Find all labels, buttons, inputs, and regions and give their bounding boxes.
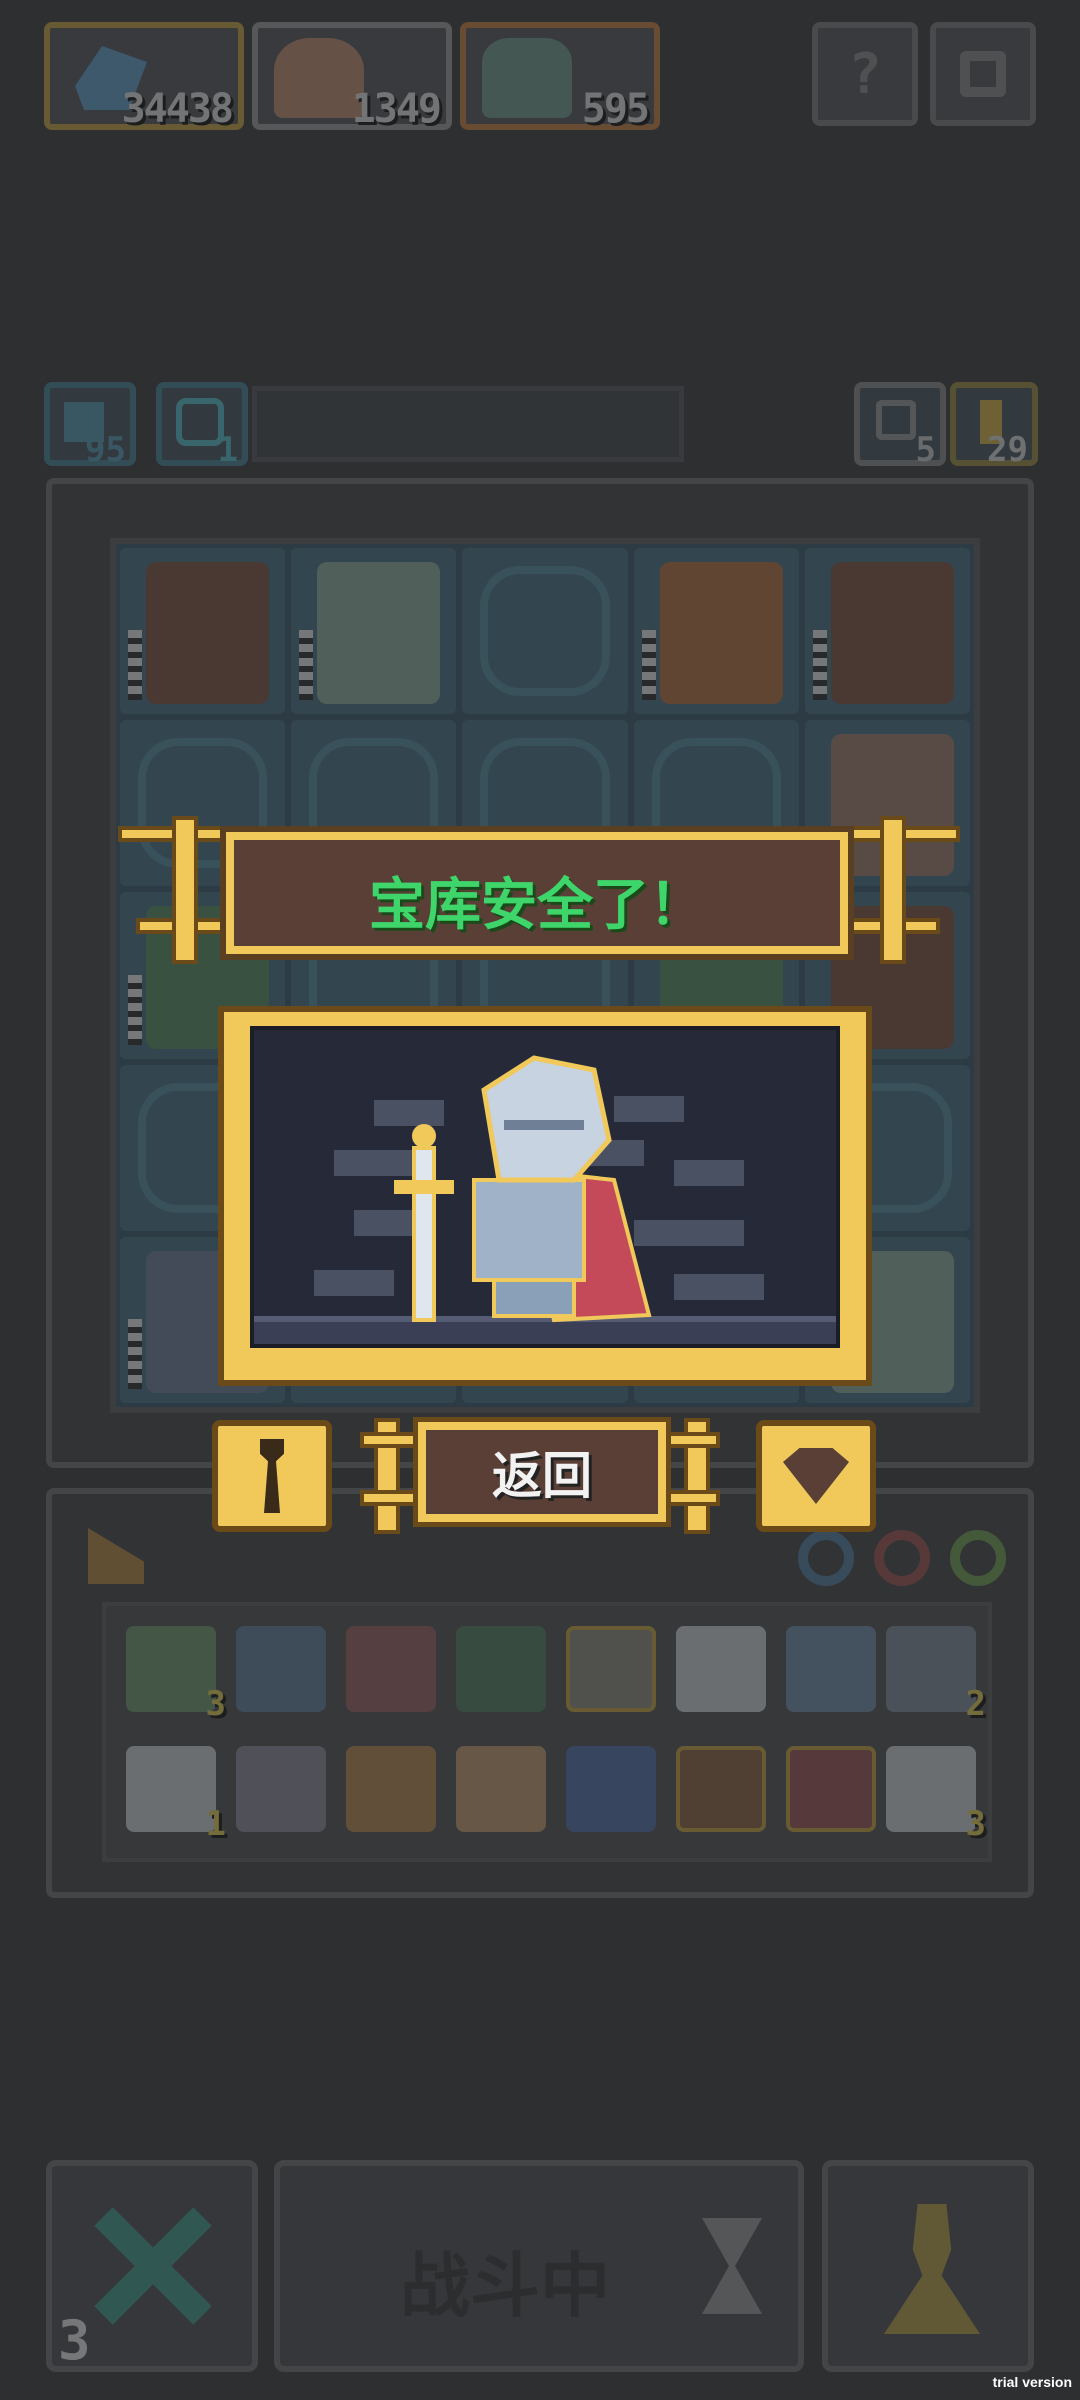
inventory-item[interactable] <box>786 1746 876 1832</box>
inventory-item[interactable] <box>566 1626 656 1712</box>
counter-swords[interactable]: 95 <box>44 382 136 470</box>
currency-hero-value: 595 <box>581 86 650 132</box>
inventory-item[interactable]: 1 <box>126 1746 226 1844</box>
gear-icon <box>960 51 1006 97</box>
fight-button[interactable]: 战斗中 <box>274 2160 804 2372</box>
item-quantity: 3 <box>965 1804 986 1844</box>
inventory-item[interactable] <box>346 1746 436 1832</box>
board-cell[interactable] <box>120 548 286 715</box>
knight-illustration <box>250 1026 840 1348</box>
trial-watermark: trial version <box>992 2374 1072 2390</box>
hourglass-icon <box>702 2218 762 2314</box>
board-cell[interactable] <box>291 548 457 715</box>
counter-timer-value: 1 <box>217 430 238 470</box>
inventory-item[interactable] <box>566 1746 656 1832</box>
meat-icon <box>274 38 364 118</box>
inventory-item[interactable]: 2 <box>886 1626 986 1724</box>
currency-crystal[interactable]: 34438 <box>44 22 244 132</box>
counter-keys[interactable]: 29 <box>950 382 1038 470</box>
counter-timer[interactable]: 1 <box>156 382 248 470</box>
inventory-item[interactable] <box>236 1746 326 1832</box>
knight-picture-frame <box>218 1006 872 1386</box>
gem-button[interactable] <box>756 1420 876 1532</box>
counter-reroll-value: 5 <box>915 430 936 470</box>
cancel-button[interactable]: 3 <box>46 2160 258 2372</box>
cheese-icon[interactable] <box>88 1528 144 1584</box>
inventory-item[interactable] <box>676 1626 766 1712</box>
element-orb-red-icon[interactable] <box>874 1530 930 1586</box>
dialog-title: 宝库安全了！ <box>369 873 705 938</box>
progress-track <box>252 386 684 462</box>
pawn-button[interactable] <box>822 2160 1034 2372</box>
help-button[interactable]: ? <box>812 22 918 126</box>
inventory-item[interactable]: 3 <box>126 1626 226 1724</box>
settings-button[interactable] <box>930 22 1036 126</box>
element-orb-green-icon[interactable] <box>950 1530 1006 1586</box>
banner-post-right <box>880 816 906 964</box>
inventory-item[interactable] <box>346 1626 436 1712</box>
counter-swords-value: 95 <box>85 430 126 470</box>
reroll-icon <box>876 400 916 440</box>
item-quantity: 2 <box>965 1684 986 1724</box>
pawn-icon <box>884 2204 980 2334</box>
element-orb-blue-icon[interactable] <box>798 1530 854 1586</box>
back-button[interactable]: 返回 <box>413 1417 671 1527</box>
inventory-item[interactable] <box>456 1626 546 1712</box>
inventory-item[interactable]: 3 <box>886 1746 986 1844</box>
fight-label: 战斗中 <box>400 2245 610 2327</box>
back-button-label: 返回 <box>492 1447 592 1505</box>
item-quantity: 1 <box>205 1804 226 1844</box>
inventory-panel: 3 2 1 3 <box>46 1488 1034 1898</box>
board-cell[interactable] <box>804 548 970 715</box>
board-cell[interactable] <box>462 548 628 715</box>
currency-meat-value: 1349 <box>351 86 442 132</box>
gem-icon <box>783 1448 849 1504</box>
board-cell[interactable] <box>633 548 799 715</box>
item-quantity: 3 <box>205 1684 226 1724</box>
currency-hero[interactable]: 595 <box>460 22 660 132</box>
close-icon <box>92 2206 212 2326</box>
knight-scene <box>254 1055 836 1344</box>
hero-portrait-icon <box>482 38 572 118</box>
rank-button[interactable] <box>212 1420 332 1532</box>
counter-reroll[interactable]: 5 <box>854 382 946 470</box>
inventory-item[interactable] <box>456 1746 546 1832</box>
currency-crystal-value: 34438 <box>121 86 234 132</box>
inventory-item[interactable] <box>676 1746 766 1832</box>
banner-post-left <box>172 816 198 964</box>
inventory-grid: 3 2 1 3 <box>102 1602 992 1862</box>
counter-keys-value: 29 <box>987 430 1028 470</box>
inventory-item[interactable] <box>236 1626 326 1712</box>
dialog-title-banner: 宝库安全了！ <box>220 826 854 960</box>
currency-meat[interactable]: 1349 <box>252 22 452 132</box>
question-icon: ? <box>848 41 882 107</box>
rook-icon <box>260 1439 284 1513</box>
cancel-count: 3 <box>58 2309 91 2372</box>
inventory-item[interactable] <box>786 1626 876 1712</box>
